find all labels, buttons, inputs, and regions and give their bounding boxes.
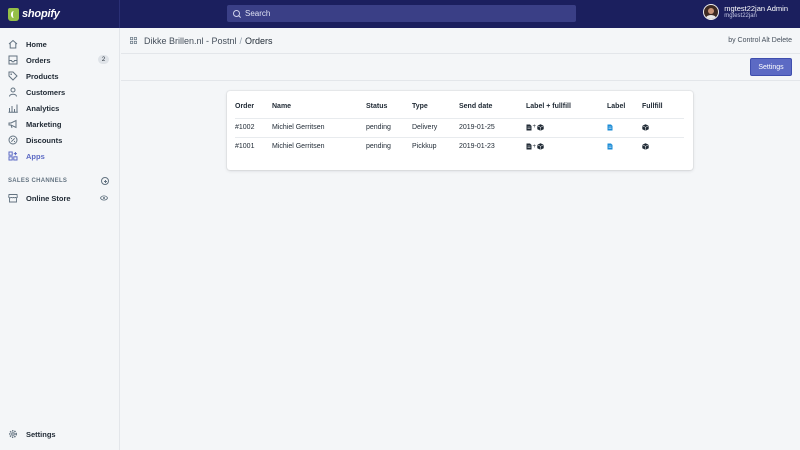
- label-action[interactable]: [607, 136, 642, 156]
- label-action[interactable]: [607, 117, 642, 137]
- megaphone-icon: [8, 119, 18, 129]
- main-content: Dikke Brillen.nl - Postnl / Orders by Cont…: [121, 28, 800, 450]
- search-icon: [233, 10, 240, 17]
- orders-card: Order Name Status Type Send date Label +…: [227, 91, 693, 170]
- column-header-label: Label: [607, 103, 626, 110]
- sales-channels-heading: SALES CHANNELS: [8, 178, 68, 184]
- sidebar-item-label: Home: [26, 39, 47, 49]
- sidebar-item-label: Orders: [26, 55, 51, 65]
- fullfill-action[interactable]: [642, 117, 684, 137]
- top-bar: shopify Search mgtest22jan Admin mgtest2…: [0, 0, 800, 28]
- app-grid-icon: [130, 37, 137, 44]
- sidebar-item-customers[interactable]: Customers: [8, 85, 112, 99]
- search-placeholder: Search: [245, 9, 271, 18]
- label-document-icon: [607, 124, 613, 131]
- discount-icon: [8, 135, 18, 145]
- column-header-name: Name: [272, 103, 292, 110]
- plus-glyph: +: [532, 124, 537, 131]
- app-developer-byline[interactable]: by Control Alt Delete: [728, 37, 792, 44]
- sidebar-item-label: Customers: [26, 87, 66, 97]
- sidebar-item-orders[interactable]: Orders 2: [8, 53, 112, 67]
- user-store: mgtest22jan: [724, 13, 757, 19]
- add-sales-channel-icon[interactable]: [101, 177, 109, 185]
- apps-icon: [8, 151, 18, 161]
- column-header-fullfill: Fullfill: [642, 103, 663, 110]
- customer-name: Michiel Gerritsen: [272, 117, 366, 137]
- sidebar-item-analytics[interactable]: Analytics: [8, 101, 112, 115]
- sidebar-item-label: Analytics: [26, 103, 60, 113]
- user-name: mgtest22jan Admin: [724, 4, 788, 13]
- sidebar-item-settings[interactable]: Settings: [8, 427, 112, 441]
- sidebar-item-products[interactable]: Products: [8, 69, 112, 83]
- shopify-bag-icon: [8, 7, 19, 21]
- breadcrumb-separator: /: [239, 36, 243, 46]
- package-icon: [536, 124, 544, 131]
- sidebar-item-apps[interactable]: Apps: [8, 149, 112, 163]
- document-icon: [526, 143, 532, 150]
- delivery-type: Delivery: [412, 117, 459, 137]
- label-and-fullfill-action[interactable]: +: [526, 117, 607, 137]
- plus-glyph: +: [532, 143, 537, 150]
- settings-button[interactable]: Settings: [750, 58, 792, 76]
- breadcrumb: Dikke Brillen.nl - Postnl / Orders: [144, 36, 273, 46]
- delivery-type: Pickkup: [412, 136, 459, 156]
- package-icon: [642, 143, 649, 150]
- table-row: #1002 Michiel Gerritsen pending Delivery…: [235, 117, 684, 137]
- orders-table: Order Name Status Type Send date Label +…: [235, 103, 684, 156]
- app-header: Dikke Brillen.nl - Postnl / Orders by Cont…: [121, 28, 800, 54]
- column-header-type: Type: [412, 103, 428, 110]
- person-icon: [8, 87, 18, 97]
- fullfill-action[interactable]: [642, 136, 684, 156]
- breadcrumb-app-link[interactable]: Dikke Brillen.nl - Postnl: [144, 36, 237, 46]
- sidebar-item-label: Marketing: [26, 119, 62, 129]
- sidebar-item-label: Products: [26, 71, 59, 81]
- column-header-label-fullfill: Label + fullfill: [526, 103, 571, 110]
- avatar: [703, 4, 720, 20]
- sidebar-item-discounts[interactable]: Discounts: [8, 133, 112, 147]
- sidebar-item-online-store[interactable]: Online Store: [8, 191, 112, 205]
- send-date: 2019-01-23: [459, 136, 526, 156]
- order-status: pending: [366, 117, 412, 137]
- sidebar: Home Orders 2 Products Customers Analyti…: [0, 28, 120, 450]
- orders-icon: [8, 55, 18, 65]
- search-input[interactable]: Search: [227, 5, 576, 22]
- store-icon: [8, 193, 18, 203]
- order-status: pending: [366, 136, 412, 156]
- sidebar-item-label: Discounts: [26, 135, 63, 145]
- sidebar-item-label: Online Store: [26, 193, 71, 203]
- column-header-status: Status: [366, 103, 388, 110]
- table-header-row: Order Name Status Type Send date Label +…: [235, 103, 684, 118]
- column-header-order: Order: [235, 103, 255, 110]
- sidebar-item-label: Apps: [26, 151, 45, 161]
- document-icon: [526, 124, 532, 131]
- label-and-fullfill-action[interactable]: +: [526, 136, 607, 156]
- sidebar-item-label: Settings: [26, 429, 56, 439]
- tag-icon: [8, 71, 18, 81]
- customer-name: Michiel Gerritsen: [272, 136, 366, 156]
- column-header-send-date: Send date: [459, 103, 493, 110]
- orders-count-badge: 2: [98, 55, 109, 64]
- toolbar: Settings: [121, 54, 800, 81]
- shopify-logo[interactable]: shopify: [0, 0, 120, 28]
- send-date: 2019-01-25: [459, 117, 526, 137]
- bar-chart-icon: [8, 103, 18, 113]
- page-title: Orders: [245, 36, 273, 46]
- package-icon: [536, 143, 544, 150]
- home-icon: [8, 39, 18, 49]
- sidebar-item-marketing[interactable]: Marketing: [8, 117, 112, 131]
- order-number[interactable]: #1001: [235, 136, 272, 156]
- package-icon: [642, 124, 649, 131]
- order-number[interactable]: #1002: [235, 117, 272, 137]
- eye-icon[interactable]: [99, 194, 109, 201]
- sidebar-item-home[interactable]: Home: [8, 37, 112, 51]
- user-menu[interactable]: mgtest22jan Admin mgtest22jan: [703, 4, 788, 20]
- gear-icon: [8, 429, 18, 439]
- logo-text: shopify: [22, 8, 60, 20]
- table-row: #1001 Michiel Gerritsen pending Pickkup …: [235, 136, 684, 156]
- label-document-icon: [607, 143, 613, 150]
